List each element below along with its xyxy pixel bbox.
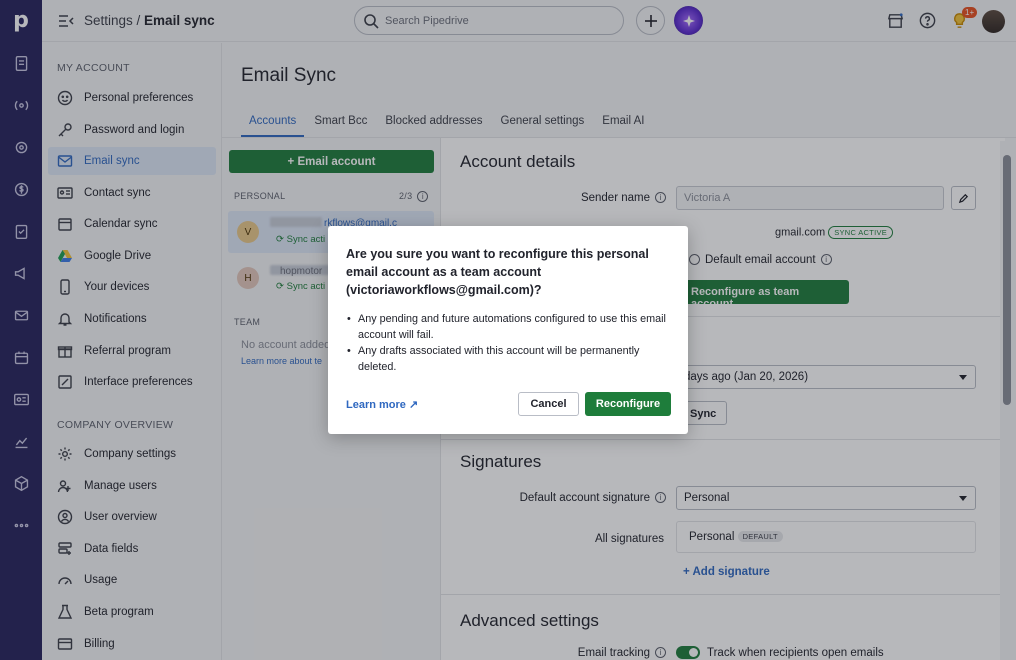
reconfigure-confirm-dialog: Are you sure you want to reconfigure thi… <box>328 226 688 434</box>
cancel-button[interactable]: Cancel <box>518 392 579 416</box>
warning-item: Any drafts associated with this account … <box>346 344 671 375</box>
dialog-title: Are you sure you want to reconfigure thi… <box>346 247 649 297</box>
learn-more-link[interactable]: Learn more ↗ <box>346 398 418 411</box>
dialog-warnings-list: Any pending and future automations confi… <box>346 312 671 376</box>
warning-item: Any pending and future automations confi… <box>346 312 671 343</box>
reconfigure-button[interactable]: Reconfigure <box>585 392 671 416</box>
